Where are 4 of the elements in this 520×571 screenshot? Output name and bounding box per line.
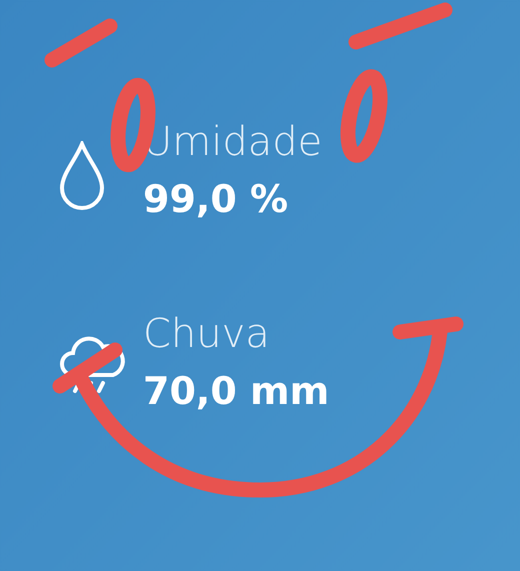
water-drop-icon [59,141,105,211]
reading-label: Chuva [143,310,271,359]
reading-value: 70,0 mm [143,368,330,415]
reading-value: 99,0 % [143,176,290,223]
